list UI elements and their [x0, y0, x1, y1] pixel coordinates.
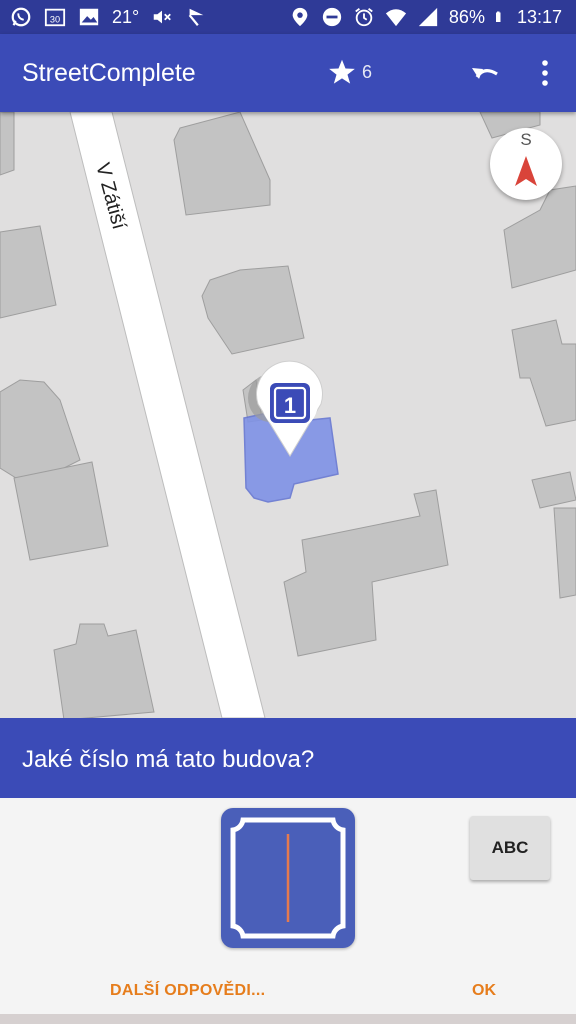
- signal-icon: [418, 7, 438, 27]
- location-icon: [292, 7, 308, 27]
- whatsapp-icon: [11, 7, 31, 27]
- flag-icon: [188, 8, 204, 26]
- overflow-menu-button[interactable]: [532, 56, 558, 90]
- map-view[interactable]: 1 V Zátiší: [0, 112, 576, 718]
- wifi-icon: [385, 9, 407, 27]
- abc-keyboard-button[interactable]: ABC: [470, 816, 550, 880]
- map-canvas: 1 V Zátiší: [0, 112, 576, 718]
- star-icon: [329, 59, 355, 84]
- dnd-icon: [322, 7, 342, 27]
- battery-level: 86%: [448, 7, 485, 27]
- marker-number: 1: [284, 393, 296, 418]
- image-icon: [79, 8, 99, 26]
- compass-needle-icon: [515, 156, 537, 186]
- compass-button[interactable]: S: [490, 128, 562, 200]
- svg-text:30: 30: [50, 15, 60, 25]
- answer-button-bar: DALŠÍ ODPOVĚDI... OK: [0, 960, 576, 1020]
- ok-button[interactable]: OK: [472, 982, 496, 1000]
- clock: 13:17: [516, 7, 562, 27]
- app-title: StreetComplete: [22, 59, 196, 87]
- map-peek-strip: [0, 1014, 576, 1024]
- mute-icon: [153, 10, 172, 24]
- alarm-icon: [355, 8, 373, 27]
- temperature: 21°: [112, 7, 140, 27]
- status-bar: 30 21° 86% 13:17: [0, 0, 576, 34]
- app-toolbar: StreetComplete 6: [0, 34, 576, 112]
- quest-question: Jaké číslo má tato budova?: [22, 746, 315, 773]
- quest-header: Jaké číslo má tato budova?: [0, 718, 576, 798]
- star-count: 6: [362, 61, 373, 82]
- other-answers-button[interactable]: DALŠÍ ODPOVĚDI...: [110, 982, 265, 1000]
- undo-button[interactable]: [468, 56, 504, 90]
- house-number-input[interactable]: [221, 808, 355, 948]
- battery-icon: [495, 11, 501, 22]
- house-number-plate-icon: [230, 817, 346, 939]
- quest-count-badge[interactable]: 6: [328, 58, 372, 86]
- calendar-icon: 30: [44, 8, 66, 27]
